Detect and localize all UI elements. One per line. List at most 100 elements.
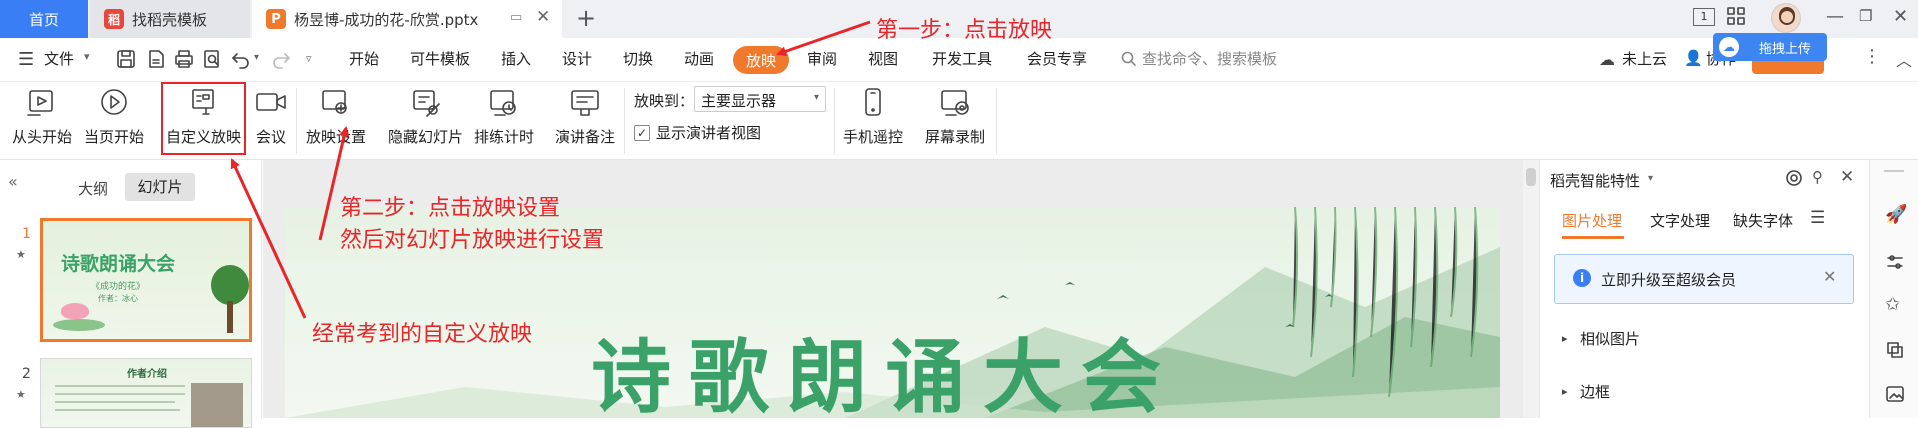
gear-icon[interactable] <box>1784 168 1804 192</box>
tree-trunk-image <box>227 301 233 333</box>
menu-animation[interactable]: 动画 <box>684 48 714 69</box>
print-preview-icon[interactable] <box>201 48 223 74</box>
author-photo <box>191 383 243 427</box>
collapse-ribbon-icon[interactable]: ︿ <box>1896 47 1912 71</box>
custom-show-button[interactable]: 自定义放映 <box>166 86 241 147</box>
page-view-icon[interactable]: 1 <box>1693 8 1715 26</box>
search-icon <box>1120 50 1138 72</box>
expand-caret-icon[interactable]: ▸ <box>1562 385 1568 398</box>
close-banner-icon[interactable]: ✕ <box>1823 267 1836 286</box>
add-tab-button[interactable]: + <box>576 4 596 32</box>
menu-design[interactable]: 设计 <box>562 48 592 69</box>
collapse-panel-icon[interactable]: « <box>8 172 18 191</box>
save-icon[interactable] <box>115 48 137 74</box>
pin-icon[interactable]: ⚲ <box>1812 168 1823 186</box>
file-menu[interactable]: 文件 <box>44 48 74 69</box>
tab-text-processing[interactable]: 文字处理 <box>1650 210 1710 231</box>
play-circle-icon <box>101 89 127 115</box>
menu-review[interactable]: 审阅 <box>807 48 837 69</box>
menu-member[interactable]: 会员专享 <box>1027 48 1087 69</box>
animation-star-icon: ★ <box>16 248 26 261</box>
close-tab-icon[interactable]: ✕ <box>536 7 550 27</box>
sliders-icon[interactable] <box>1885 252 1905 276</box>
phone-remote-button[interactable]: 手机遥控 <box>843 86 903 147</box>
print-icon[interactable] <box>173 48 195 74</box>
tab-template[interactable]: 稻 找稻壳模板 <box>90 0 250 38</box>
screen-record-label: 屏幕录制 <box>925 128 986 146</box>
slide-title[interactable]: 诗歌朗诵大会 <box>475 327 1295 418</box>
tab-outline[interactable]: 大纲 <box>78 178 108 199</box>
slide-number: 2 <box>22 366 31 382</box>
from-start-button[interactable]: 从头开始 <box>12 86 72 147</box>
tab-document[interactable]: P 杨昱博-成功的花-欣赏.pptx ▭ ✕ <box>252 0 562 38</box>
border-section[interactable]: 边框 <box>1580 381 1610 402</box>
slide-thumbnail-panel: « 大纲 幻灯片 1 ★ 诗歌朗诵大会 《成功的花》 作者：冰心 2 ★ 作者介… <box>0 160 262 428</box>
menu-slideshow[interactable]: 放映 <box>733 46 789 74</box>
menu-insert[interactable]: 插入 <box>501 48 531 69</box>
menu-transition[interactable]: 切换 <box>623 48 653 69</box>
tab-home[interactable]: 首页 <box>0 0 88 38</box>
tab-image-processing[interactable]: 图片处理 <box>1562 210 1622 231</box>
rehearse-timing-button[interactable]: 排练计时 <box>474 86 534 147</box>
from-current-button[interactable]: 当页开始 <box>84 86 144 147</box>
undo-icon[interactable] <box>230 48 252 74</box>
redo-icon[interactable] <box>270 48 292 74</box>
apps-grid-icon[interactable] <box>1726 6 1746 30</box>
tab-template-label: 找稻壳模板 <box>132 10 208 29</box>
hide-slide-button[interactable]: 隐藏幻灯片 <box>388 86 463 147</box>
upgrade-banner[interactable]: i 立即升级至超级会员 ✕ <box>1554 254 1854 304</box>
screen-record-button[interactable]: 屏幕录制 <box>925 86 985 147</box>
from-current-label: 当页开始 <box>84 128 145 146</box>
speaker-notes-label: 演讲备注 <box>555 128 616 146</box>
menu-view[interactable]: 视图 <box>868 48 898 69</box>
minimize-icon[interactable]: — <box>1826 6 1844 27</box>
restore-icon[interactable]: ❐ <box>1859 7 1872 25</box>
show-to-select[interactable]: 主要显示器 ▾ <box>694 86 826 112</box>
presenter-view-label: 显示演讲者视图 <box>656 124 762 142</box>
menu-start[interactable]: 开始 <box>349 48 379 69</box>
menu-keniu-template[interactable]: 可牛模板 <box>410 48 470 69</box>
chevron-down-icon[interactable]: ▾ <box>1648 173 1653 184</box>
similar-images-section[interactable]: 相似图片 <box>1580 328 1640 349</box>
hide-slide-label: 隐藏幻灯片 <box>388 128 464 146</box>
presenter-view-checkbox[interactable]: ✓ 显示演讲者视图 <box>634 122 761 143</box>
image-edit-icon[interactable] <box>1885 384 1905 408</box>
thumb2-text-line <box>55 393 185 395</box>
tab-missing-fonts[interactable]: 缺失字体 <box>1733 210 1793 231</box>
undo-dropdown-icon[interactable]: ▾ <box>254 52 259 63</box>
magic-star-icon[interactable]: ✩ <box>1885 294 1900 315</box>
vertical-scrollbar[interactable] <box>1523 160 1539 418</box>
cloud-status[interactable]: 未上云 <box>1622 48 1667 69</box>
timer-icon <box>490 90 516 116</box>
more-list-icon[interactable]: ☰ <box>1810 208 1825 228</box>
meeting-button[interactable]: 会议 <box>254 86 288 147</box>
avatar[interactable] <box>1771 3 1801 33</box>
rocket-icon[interactable]: 🚀 <box>1885 204 1907 225</box>
collab-icon: 👤 <box>1684 49 1703 67</box>
panel-title[interactable]: 稻壳智能特性 <box>1550 170 1640 191</box>
tree-image <box>211 265 249 305</box>
screen-record-icon <box>941 90 969 116</box>
expand-caret-icon[interactable]: ▸ <box>1562 332 1568 345</box>
close-panel-icon[interactable]: ✕ <box>1840 167 1854 187</box>
checkbox-checked-icon: ✓ <box>634 124 650 141</box>
scroll-thumb[interactable] <box>1526 168 1536 186</box>
tab-slides[interactable]: 幻灯片 <box>125 173 195 201</box>
float-window-icon[interactable]: ▭ <box>510 10 522 25</box>
speaker-notes-button[interactable]: 演讲备注 <box>555 86 615 147</box>
menu-developer[interactable]: 开发工具 <box>932 48 992 69</box>
more-menu-icon[interactable]: ⋮ <box>1863 46 1881 67</box>
close-window-icon[interactable]: ✕ <box>1893 6 1908 27</box>
annotation-step2-line2: 然后对幻灯片放映进行设置 <box>340 228 605 253</box>
show-settings-icon <box>322 90 347 114</box>
slide-thumbnail-1[interactable]: 诗歌朗诵大会 《成功的花》 作者：冰心 <box>40 218 252 342</box>
quick-access-more-icon[interactable]: ▿ <box>306 52 312 65</box>
hamburger-icon[interactable]: ☰ <box>18 49 34 70</box>
chevron-down-icon[interactable]: ▾ <box>84 50 90 63</box>
upload-popup[interactable]: ☁ 拖拽上传 <box>1713 33 1827 61</box>
copy-icon[interactable] <box>1885 340 1905 364</box>
lotus-leaf-image <box>53 319 105 331</box>
show-settings-button[interactable]: 放映设置 <box>306 86 366 147</box>
search-input[interactable]: 查找命令、搜索模板 <box>1142 48 1277 69</box>
export-pdf-icon[interactable] <box>145 48 167 74</box>
